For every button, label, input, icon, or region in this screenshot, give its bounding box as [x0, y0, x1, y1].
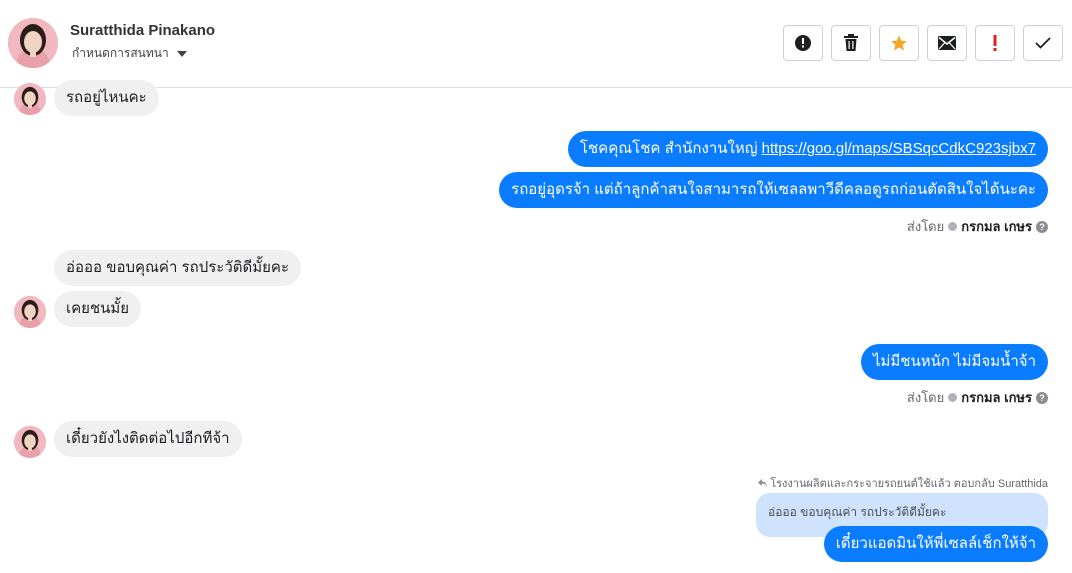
outgoing-message[interactable]: เดี๋ยวแอดมินให้พี่เซลล์เช็กให้จ้า	[823, 526, 1048, 562]
delete-button[interactable]	[831, 25, 871, 61]
agent-status-icon	[948, 222, 958, 231]
sent-by-info: ส่งโดย กรกมล เกษร ?	[907, 387, 1048, 408]
sent-by-label: ส่งโดย	[906, 390, 945, 405]
star-button[interactable]	[879, 25, 919, 61]
contact-avatar[interactable]	[8, 18, 58, 68]
reply-note-text: โรงงานผลิตและกระจายรถยนต์ใช้แล้ว ตอบกลับ…	[770, 478, 1048, 490]
contact-avatar-small[interactable]	[14, 296, 46, 328]
mark-unread-button[interactable]	[927, 25, 967, 61]
help-icon[interactable]: ?	[1036, 220, 1048, 233]
caret-down-icon	[176, 50, 187, 57]
reply-note: โรงงานผลิตและกระจายรถยนต์ใช้แล้ว ตอบกลับ…	[758, 474, 1048, 492]
message-text: โชคคุณโชค สำนักงานใหญ่	[579, 140, 762, 157]
conversation-toolbar	[783, 25, 1063, 61]
contact-name[interactable]: Suratthida Pinakano	[70, 22, 215, 39]
contact-avatar-small[interactable]	[14, 83, 46, 115]
report-spam-button[interactable]	[783, 25, 823, 61]
agent-name: กรกมล เกษร	[961, 219, 1032, 234]
map-link[interactable]: https://goo.gl/maps/SBSqcCdkC923sjbx7	[762, 140, 1036, 157]
trash-icon	[844, 34, 858, 51]
contact-avatar-small[interactable]	[14, 426, 46, 458]
mark-done-button[interactable]	[1023, 25, 1063, 61]
sent-by-label: ส่งโดย	[906, 219, 945, 234]
conversation-setting-dropdown[interactable]: กำหนดการสนทนา	[72, 44, 187, 63]
outgoing-message[interactable]: ไม่มีชนหนัก ไม่มีจมน้ำจ้า	[860, 344, 1048, 380]
sent-by-info: ส่งโดย กรกมล เกษร ?	[907, 216, 1048, 237]
conversation-setting-label: กำหนดการสนทนา	[72, 46, 169, 60]
outgoing-message[interactable]: โชคคุณโชค สำนักงานใหญ่ https://goo.gl/ma…	[567, 131, 1048, 167]
incoming-message[interactable]: เดี๋ยวยังไงติดต่อไปอีกทีจ้า	[54, 421, 242, 457]
alert-circle-icon	[795, 35, 811, 51]
agent-status-icon	[948, 393, 958, 402]
exclamation-icon	[993, 35, 997, 51]
star-icon	[891, 35, 907, 51]
check-icon	[1035, 37, 1051, 49]
incoming-message[interactable]: อ่อออ ขอบคุณค่า รถประวัติดีมั้ยคะ	[54, 250, 302, 286]
outgoing-message[interactable]: รถอยู่อุดรจ้า แต่ถ้าลูกค้าสนใจสามารถให้เ…	[499, 172, 1048, 208]
incoming-message[interactable]: เคยชนมั้ย	[54, 291, 142, 327]
envelope-icon	[938, 36, 956, 50]
reply-arrow-icon	[758, 479, 768, 487]
conversation-header: Suratthida Pinakano กำหนดการสนทนา	[0, 0, 1072, 88]
help-icon[interactable]: ?	[1036, 391, 1048, 404]
mark-important-button[interactable]	[975, 25, 1015, 61]
incoming-message[interactable]: รถอยู่ไหนคะ	[54, 80, 159, 116]
agent-name: กรกมล เกษร	[961, 390, 1032, 405]
